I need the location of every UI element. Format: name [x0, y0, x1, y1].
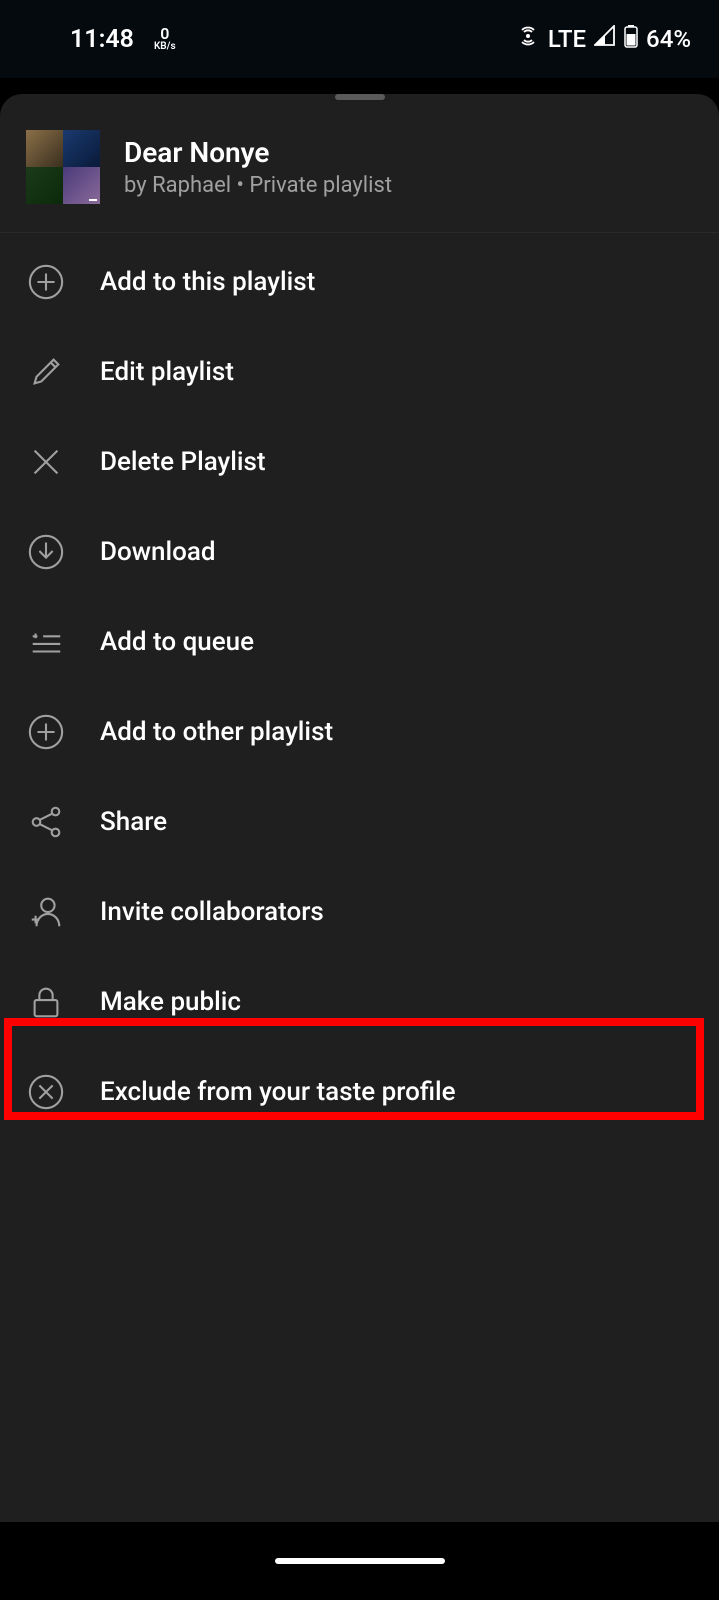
menu-label: Share: [100, 807, 167, 837]
share-item[interactable]: Share: [0, 777, 719, 867]
plus-circle-icon: [26, 262, 66, 302]
menu-label: Edit playlist: [100, 357, 234, 387]
status-time: 11:48: [70, 25, 134, 54]
edit-playlist-item[interactable]: Edit playlist: [0, 327, 719, 417]
person-plus-icon: [26, 892, 66, 932]
x-circle-icon: [26, 1072, 66, 1112]
menu-label: Make public: [100, 987, 241, 1017]
menu-label: Invite collaborators: [100, 897, 324, 927]
network-type: LTE: [548, 25, 586, 53]
menu-label: Delete Playlist: [100, 447, 266, 477]
make-public-item[interactable]: Make public: [0, 957, 719, 1047]
network-speed: 0 KB/s: [154, 26, 176, 52]
delete-playlist-item[interactable]: Delete Playlist: [0, 417, 719, 507]
playlist-subtitle: by Raphael • Private playlist: [124, 173, 392, 198]
invite-collaborators-item[interactable]: Invite collaborators: [0, 867, 719, 957]
bottom-sheet: Dear Nonye by Raphael • Private playlist…: [0, 94, 719, 1538]
download-item[interactable]: Download: [0, 507, 719, 597]
plus-circle-icon: [26, 712, 66, 752]
battery-percent: 64%: [646, 25, 691, 53]
exclude-from-taste-item[interactable]: Exclude from your taste profile: [0, 1047, 719, 1137]
close-icon: [26, 442, 66, 482]
hotspot-icon: [516, 24, 540, 54]
playlist-title: Dear Nonye: [124, 136, 392, 169]
menu: Add to this playlist Edit playlist Delet…: [0, 233, 719, 1141]
playlist-header: Dear Nonye by Raphael • Private playlist: [0, 100, 719, 232]
share-icon: [26, 802, 66, 842]
download-icon: [26, 532, 66, 572]
add-to-queue-item[interactable]: Add to queue: [0, 597, 719, 687]
navigation-bar[interactable]: [0, 1522, 719, 1600]
menu-label: Add to other playlist: [100, 717, 333, 747]
menu-label: Add to queue: [100, 627, 254, 657]
menu-label: Add to this playlist: [100, 267, 315, 297]
menu-label: Exclude from your taste profile: [100, 1077, 456, 1107]
playlist-cover: [26, 130, 100, 204]
battery-icon: [624, 24, 638, 54]
signal-icon: [594, 25, 616, 53]
pencil-icon: [26, 352, 66, 392]
add-to-other-playlist-item[interactable]: Add to other playlist: [0, 687, 719, 777]
add-to-this-playlist-item[interactable]: Add to this playlist: [0, 237, 719, 327]
queue-icon: [26, 622, 66, 662]
status-bar: 11:48 0 KB/s LTE 64%: [0, 0, 719, 78]
menu-label: Download: [100, 537, 216, 567]
lock-icon: [26, 982, 66, 1022]
